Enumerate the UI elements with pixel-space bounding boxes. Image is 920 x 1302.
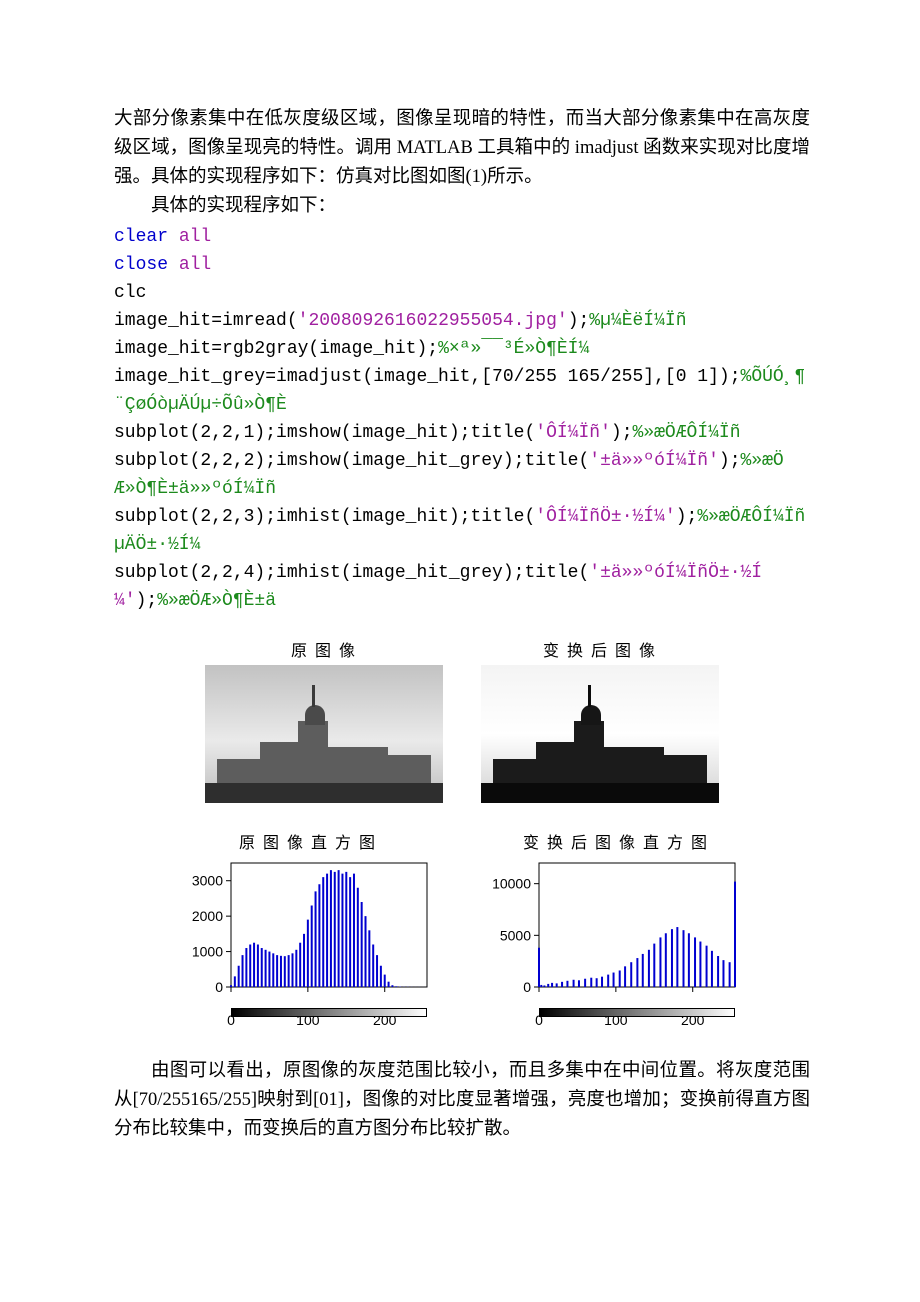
paragraph-lead: 具体的实现程序如下： — [114, 192, 810, 221]
svg-text:2000: 2000 — [192, 908, 223, 924]
code-text: image_hit_grey=imadjust(image_hit,[70/25… — [114, 367, 741, 387]
svg-text:0: 0 — [215, 979, 223, 995]
code-comment: %µ¼ÈëÍ¼Ïñ — [589, 311, 686, 331]
code-text: ); — [611, 423, 633, 443]
code-text: ); — [676, 507, 698, 527]
code-text: ); — [136, 591, 158, 611]
subplot-title-3: 原 图 像 直 方 图 — [239, 829, 377, 853]
svg-text:0: 0 — [523, 979, 531, 995]
code-text: subplot(2,2,2);imshow(image_hit_grey);ti… — [114, 451, 589, 471]
histogram-original: 01000200030000100200 — [173, 857, 443, 1027]
code-str: '±ä»»ºóÍ¼Ïñ' — [589, 451, 719, 471]
histogram-transformed: 05000100000100200 — [481, 857, 751, 1027]
code-comment: %»æÖÆÔ­Í¼Ïñ — [633, 423, 741, 443]
code-comment: %×ª»¯¯³É»Ò¶ÈÍ¼ — [438, 339, 589, 359]
code-text: subplot(2,2,4);imhist(image_hit_grey);ti… — [114, 563, 589, 583]
subplot-title-1: 原 图 像 — [291, 637, 357, 661]
paragraph-conclusion: 由图可以看出，原图像的灰度范围比较小，而且多集中在中间位置。将灰度范围从[70/… — [114, 1057, 810, 1144]
code-str: all — [179, 255, 211, 275]
code-block: clear all close all clc image_hit=imread… — [114, 223, 810, 615]
code-str: 'Ô­Í¼ÏñÖ±·½Í¼' — [535, 507, 675, 527]
svg-text:10000: 10000 — [492, 876, 531, 892]
code-text: image_hit=rgb2gray(image_hit); — [114, 339, 438, 359]
original-image — [205, 665, 443, 803]
paragraph-intro: 大部分像素集中在低灰度级区域，图像呈现暗的特性，而当大部分像素集中在高灰度级区域… — [114, 105, 810, 192]
code-text: ); — [719, 451, 741, 471]
svg-text:5000: 5000 — [500, 927, 531, 943]
code-text: ); — [568, 311, 590, 331]
code-text: subplot(2,2,3);imhist(image_hit);title( — [114, 507, 535, 527]
code-str: '2008092616022955054.jpg' — [298, 311, 568, 331]
subplot-title-4: 变 换 后 图 像 直 方 图 — [523, 829, 709, 853]
code-str: 'Ô­Í¼Ïñ' — [535, 423, 611, 443]
transformed-image — [481, 665, 719, 803]
figure-grid: 原 图 像 变 换 后 图 像 原 图 像 直 方 图 — [114, 637, 810, 1027]
subplot-title-2: 变 换 后 图 像 — [543, 637, 657, 661]
gradient-bar-icon — [231, 1008, 427, 1017]
code-str: all — [179, 227, 211, 247]
code-text: subplot(2,2,1);imshow(image_hit);title( — [114, 423, 535, 443]
code-comment: %»æÖÆ»Ò¶È±ä — [157, 591, 276, 611]
code-text: clc — [114, 279, 810, 307]
code-kw: close — [114, 255, 179, 275]
svg-text:3000: 3000 — [192, 873, 223, 889]
svg-text:1000: 1000 — [192, 944, 223, 960]
code-text: image_hit=imread( — [114, 311, 298, 331]
gradient-bar-icon — [539, 1008, 735, 1017]
code-kw: clear — [114, 227, 179, 247]
